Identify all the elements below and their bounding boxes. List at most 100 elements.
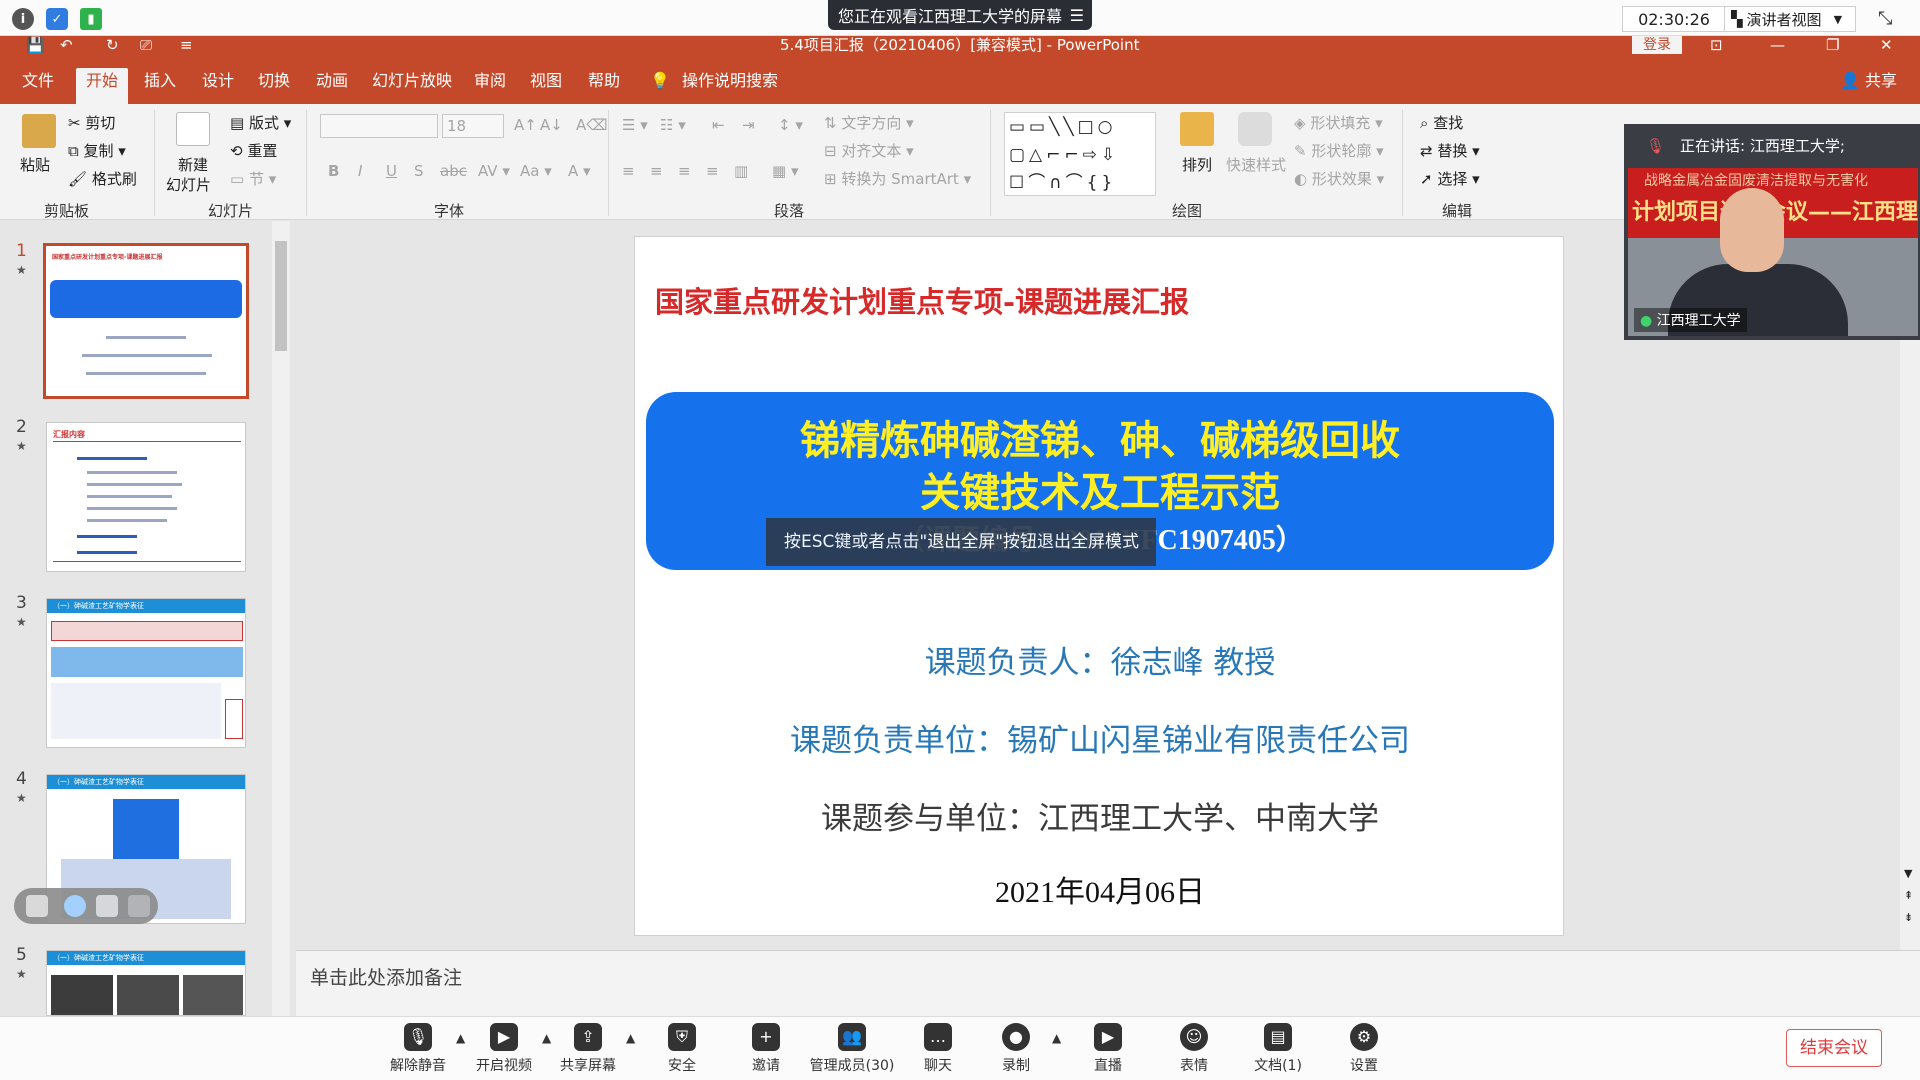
italic-icon[interactable]: I <box>358 162 362 180</box>
slide-thumbnail-1[interactable]: 国家重点研发计划重点专项-课题进展汇报 <box>43 243 249 399</box>
slide-thumbnail-2[interactable]: 汇报内容 <box>46 422 246 572</box>
font-color-icon[interactable]: A ▾ <box>568 162 591 180</box>
cut-button[interactable]: ✂ 剪切 <box>68 112 115 133</box>
line-spacing-icon[interactable]: ↕ ▾ <box>778 116 803 134</box>
justify-icon[interactable]: ≡ <box>706 162 719 180</box>
thumbnail-scrollbar[interactable] <box>272 221 290 1016</box>
replace-button[interactable]: ⇄ 替换 ▾ <box>1420 140 1480 161</box>
align-left-icon[interactable]: ≡ <box>622 162 635 180</box>
menu-icon[interactable]: ☰ <box>1070 6 1084 25</box>
bullets-icon[interactable]: ☰ ▾ <box>622 116 648 134</box>
format-painter-button[interactable]: 🖌 格式刷 <box>68 168 137 189</box>
tab-help[interactable]: 帮助 <box>588 68 620 104</box>
shapes-gallery[interactable]: ▭▭╲╲□○ ▢△⌐⌐⇨⇩ ☐⌒∩⌒{} <box>1004 112 1156 196</box>
next-slide-icon[interactable]: ⇟ <box>1904 911 1913 924</box>
slide-thumbnail-5[interactable]: （一）砷碱渣工艺矿物学表征 <box>46 950 246 1016</box>
start-video-button[interactable]: ▶ 开启视频 <box>464 1023 544 1075</box>
ribbon-display-icon[interactable]: ⊡ <box>1710 36 1723 54</box>
end-meeting-button[interactable]: 结束会议 <box>1786 1029 1882 1067</box>
tab-file[interactable]: 文件 <box>22 68 54 104</box>
select-button[interactable]: ➚ 选择 ▾ <box>1420 168 1480 189</box>
new-slide-icon[interactable] <box>176 112 210 146</box>
scrollbar-thumb[interactable] <box>275 241 287 351</box>
text-direction-button[interactable]: ⇅ 文字方向 ▾ <box>824 112 914 133</box>
font-family-select[interactable] <box>320 114 438 138</box>
bold-icon[interactable]: B <box>328 162 339 180</box>
current-slide[interactable]: 国家重点研发计划重点专项-课题进展汇报 锑精炼砷碱渣锑、砷、碱梯级回收 关键技术… <box>634 236 1564 936</box>
pen-icon[interactable] <box>128 895 150 917</box>
copy-button[interactable]: ⧉ 复制 ▾ <box>68 140 126 161</box>
increase-indent-icon[interactable]: ⇥ <box>742 116 755 134</box>
redo-icon[interactable]: ↻ <box>106 36 119 54</box>
invite-button[interactable]: + 邀请 <box>726 1023 806 1075</box>
tell-me-search[interactable]: 操作说明搜索 <box>682 68 778 104</box>
tab-design[interactable]: 设计 <box>202 68 234 104</box>
char-spacing-icon[interactable]: AV ▾ <box>478 162 510 180</box>
minimize-icon[interactable]: — <box>1770 36 1785 54</box>
arrange-button[interactable]: 排列 <box>1182 154 1212 175</box>
speaker-video-panel[interactable]: 🎙 正在讲话: 江西理工大学; 战略金属冶金固废清洁提取与无害化 计划项目进展会… <box>1624 124 1920 340</box>
live-button[interactable]: ▶ 直播 <box>1068 1023 1148 1075</box>
settings-button[interactable]: ⚙ 设置 <box>1324 1023 1404 1075</box>
documents-button[interactable]: ▤ 文档(1) <box>1238 1023 1318 1075</box>
exit-fullscreen-icon[interactable]: ⤡ <box>1878 8 1892 29</box>
find-button[interactable]: ⌕ 查找 <box>1420 112 1463 133</box>
tab-view[interactable]: 视图 <box>530 68 562 104</box>
smartart-button[interactable]: ⊞ 转换为 SmartArt ▾ <box>824 168 971 189</box>
scroll-down-icon[interactable]: ▼ <box>1904 867 1912 880</box>
login-button[interactable]: 登录 <box>1632 36 1682 54</box>
present-icon[interactable]: ⎚ <box>140 36 152 54</box>
paste-button[interactable]: 粘贴 <box>20 154 50 175</box>
shape-fill-button[interactable]: ◈ 形状填充 ▾ <box>1294 112 1383 133</box>
strikethrough-icon[interactable]: abc <box>440 162 467 180</box>
tab-insert[interactable]: 插入 <box>144 68 176 104</box>
unmute-button[interactable]: 🎙 解除静音 <box>378 1023 458 1075</box>
notes-pane[interactable]: 单击此处添加备注 <box>296 950 1920 1016</box>
change-case-icon[interactable]: Aa ▾ <box>520 162 552 180</box>
shrink-font-icon[interactable]: A↓ <box>540 116 563 134</box>
shape-effects-button[interactable]: ◐ 形状效果 ▾ <box>1294 168 1384 189</box>
notes-placeholder[interactable]: 单击此处添加备注 <box>310 963 462 990</box>
share-button[interactable]: 👤 共享 <box>1840 68 1897 104</box>
chevron-up-icon[interactable]: ▲ <box>626 1031 635 1045</box>
tab-slideshow[interactable]: 幻灯片放映 <box>372 68 452 104</box>
share-screen-button[interactable]: ⇪ 共享屏幕 <box>548 1023 628 1075</box>
section-button[interactable]: ▭ 节 ▾ <box>230 168 276 189</box>
shape-outline-button[interactable]: ✎ 形状轮廓 ▾ <box>1294 140 1384 161</box>
tab-home[interactable]: 开始 <box>76 68 129 104</box>
clear-format-icon[interactable]: A⌫ <box>576 116 607 134</box>
chat-icon[interactable] <box>96 895 118 917</box>
arrange-icon[interactable] <box>1180 112 1214 146</box>
underline-icon[interactable]: U <box>386 162 397 180</box>
grow-font-icon[interactable]: A↑ <box>514 116 537 134</box>
distributed-icon[interactable]: ▥ <box>734 162 748 180</box>
layout-button[interactable]: ▤ 版式 ▾ <box>230 112 291 133</box>
signal-icon[interactable]: ▮ <box>80 8 102 30</box>
chevron-up-icon[interactable]: ▲ <box>1052 1031 1061 1045</box>
quick-styles-button[interactable]: 快速样式 <box>1226 154 1286 175</box>
tab-review[interactable]: 审阅 <box>474 68 506 104</box>
columns-icon[interactable]: ▦ ▾ <box>772 162 798 180</box>
numbering-icon[interactable]: ☷ ▾ <box>660 116 686 134</box>
record-button[interactable]: ● 录制 <box>976 1023 1056 1075</box>
align-text-button[interactable]: ⊟ 对齐文本 ▾ <box>824 140 914 161</box>
emoji-icon[interactable] <box>64 895 86 917</box>
reset-button[interactable]: ⟲ 重置 <box>230 140 277 161</box>
chat-button[interactable]: … 聊天 <box>898 1023 978 1075</box>
close-icon[interactable]: ✕ <box>1880 36 1893 54</box>
customize-icon[interactable]: ≡ <box>180 36 193 54</box>
apps-icon[interactable] <box>26 895 48 917</box>
slide-thumbnail-3[interactable]: （一）砷碱渣工艺矿物学表征 <box>46 598 246 748</box>
previous-slide-icon[interactable]: ⇞ <box>1904 889 1913 902</box>
tab-animations[interactable]: 动画 <box>316 68 348 104</box>
restore-icon[interactable]: ❐ <box>1826 36 1839 54</box>
font-size-select[interactable]: 18 <box>442 114 504 138</box>
reactions-button[interactable]: ☺ 表情 <box>1154 1023 1234 1075</box>
align-center-icon[interactable]: ≡ <box>650 162 663 180</box>
shield-icon[interactable]: ✓ <box>46 8 68 30</box>
manage-members-button[interactable]: 👥 管理成员(30) <box>802 1023 902 1075</box>
tab-transitions[interactable]: 切换 <box>258 68 290 104</box>
info-icon[interactable]: i <box>12 8 34 30</box>
paste-icon[interactable] <box>22 114 56 148</box>
undo-icon[interactable]: ↶ <box>60 36 73 54</box>
